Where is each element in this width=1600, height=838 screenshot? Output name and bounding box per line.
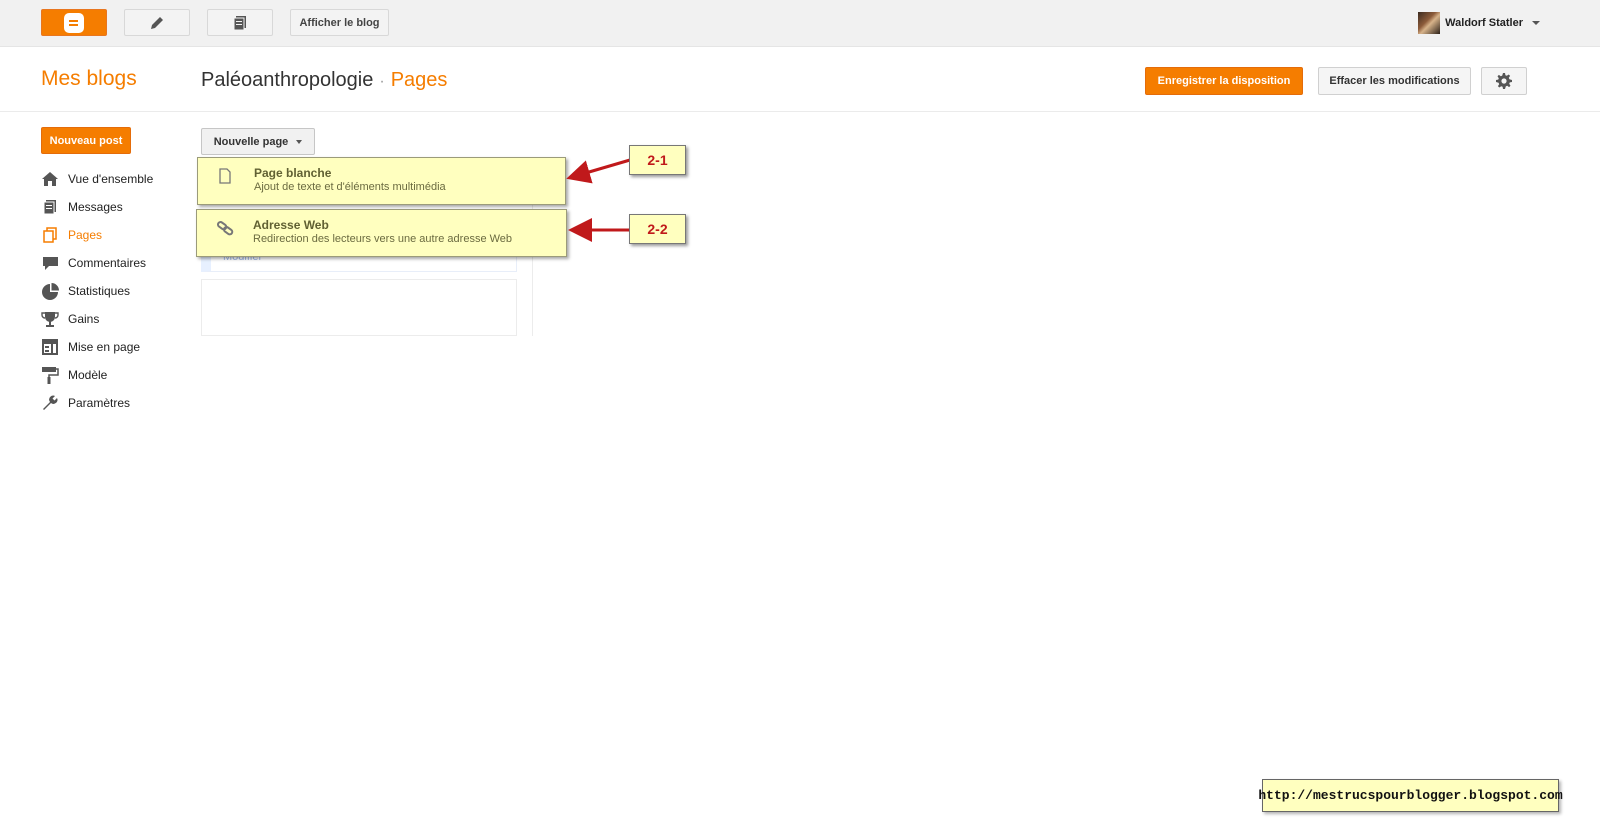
- breadcrumb: Paléoanthropologie · Pages: [201, 69, 447, 92]
- chevron-down-icon: [1532, 21, 1540, 25]
- sidebar-item-label: Mise en page: [68, 340, 141, 354]
- pages-icon: [41, 226, 59, 244]
- new-post-toolbar-button[interactable]: [124, 9, 190, 36]
- menu-item-description: Redirection des lecteurs vers une autre …: [253, 233, 513, 245]
- arrow-2-1: [566, 158, 631, 184]
- page-card-empty: [201, 279, 517, 336]
- gear-icon: [1496, 73, 1512, 89]
- wrench-icon: [41, 394, 59, 412]
- blogger-logo-button[interactable]: [41, 9, 107, 36]
- link-icon: [216, 220, 234, 236]
- sidebar-item-label: Vue d'ensemble: [68, 172, 154, 186]
- menu-item-web-address[interactable]: Adresse Web Redirection des lecteurs ver…: [196, 209, 567, 257]
- page-title: Pages: [390, 69, 448, 91]
- sidebar-item-label: Gains: [68, 312, 100, 326]
- sidebar-item-template[interactable]: Modèle: [41, 361, 153, 389]
- menu-item-description: Ajout de texte et d'éléments multimédia: [254, 181, 446, 193]
- sidebar-item-overview[interactable]: Vue d'ensemble: [41, 165, 153, 193]
- sidebar-item-label: Modèle: [68, 368, 108, 382]
- sidebar-item-earnings[interactable]: Gains: [41, 305, 153, 333]
- menu-item-title: Page blanche: [254, 166, 332, 180]
- trophy-icon: [41, 310, 59, 328]
- sidebar-item-label: Statistiques: [68, 284, 131, 298]
- posts-icon: [233, 15, 246, 30]
- paint-roller-icon: [41, 366, 59, 384]
- sidebar-item-label: Paramètres: [68, 396, 131, 410]
- sidebar-nav: Vue d'ensemble Messages Pages Commentair…: [41, 165, 153, 417]
- user-name: Waldorf Statler: [1445, 17, 1523, 29]
- blogger-logo-icon: [64, 12, 84, 33]
- new-page-dropdown[interactable]: Nouvelle page: [201, 128, 315, 155]
- blank-page-icon: [218, 168, 234, 184]
- settings-button[interactable]: [1481, 67, 1527, 95]
- save-layout-button[interactable]: Enregistrer la disposition: [1145, 67, 1303, 95]
- top-bar: Afficher le blog Waldorf Statler: [0, 0, 1600, 47]
- new-post-button[interactable]: Nouveau post: [41, 127, 131, 154]
- sidebar-item-layout[interactable]: Mise en page: [41, 333, 153, 361]
- sidebar-item-comments[interactable]: Commentaires: [41, 249, 153, 277]
- watermark-url: http://mestrucspourblogger.blogspot.com: [1258, 779, 1563, 812]
- posts-icon: [41, 198, 59, 216]
- new-page-label: Nouvelle page: [213, 135, 289, 148]
- posts-toolbar-button[interactable]: [207, 9, 273, 36]
- menu-item-blank-page[interactable]: Page blanche Ajout de texte et d'élément…: [197, 157, 566, 205]
- menu-item-title: Adresse Web: [253, 218, 329, 232]
- sidebar-item-label: Pages: [68, 228, 103, 242]
- callout-2-2: 2-2: [629, 214, 686, 244]
- annotation-arrows: [566, 158, 631, 242]
- clear-changes-button[interactable]: Effacer les modifications: [1318, 67, 1471, 95]
- breadcrumb-separator: ·: [379, 73, 385, 90]
- blog-title[interactable]: Paléoanthropologie: [201, 69, 373, 91]
- my-blogs-link[interactable]: Mes blogs: [41, 67, 137, 91]
- comment-icon: [41, 254, 59, 272]
- sidebar-item-label: Messages: [68, 200, 123, 214]
- sidebar-item-posts[interactable]: Messages: [41, 193, 153, 221]
- sidebar-item-label: Commentaires: [68, 256, 147, 270]
- chevron-down-icon: [296, 139, 303, 144]
- callout-2-1: 2-1: [629, 145, 686, 175]
- avatar: [1418, 12, 1441, 34]
- user-menu[interactable]: Waldorf Statler: [1418, 12, 1540, 34]
- home-icon: [41, 170, 59, 188]
- page-header: Mes blogs Paléoanthropologie · Pages Enreg…: [0, 47, 1600, 112]
- pie-chart-icon: [41, 282, 59, 300]
- pencil-icon: [151, 16, 163, 29]
- sidebar-item-settings[interactable]: Paramètres: [41, 389, 153, 417]
- layout-icon: [41, 338, 59, 356]
- view-blog-button[interactable]: Afficher le blog: [290, 9, 389, 36]
- sidebar-item-pages[interactable]: Pages: [41, 221, 153, 249]
- sidebar-item-stats[interactable]: Statistiques: [41, 277, 153, 305]
